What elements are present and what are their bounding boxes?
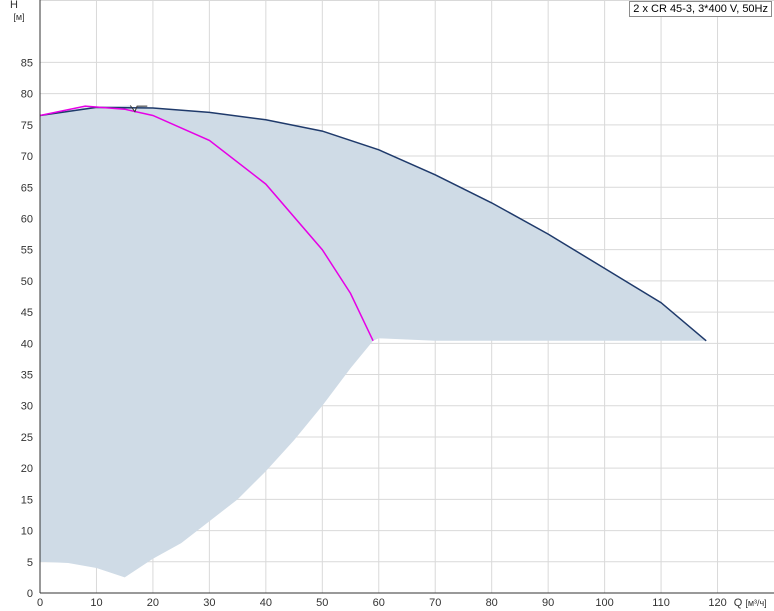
y-tick-label: 0 [27, 588, 33, 600]
x-tick-label: 0 [37, 597, 43, 609]
y-tick-label: 60 [21, 213, 33, 225]
x-tick-label: 80 [486, 597, 498, 609]
y-tick-label: 35 [21, 370, 33, 382]
y-tick-label: 50 [21, 276, 33, 288]
y-tick-label: 5 [27, 557, 33, 569]
y-tick-label: 10 [21, 526, 33, 538]
x-axis-unit: [м³/ч] [745, 598, 766, 608]
x-tick-label: 120 [708, 597, 726, 609]
operating-region-area [40, 105, 707, 578]
x-tick-label: 110 [652, 597, 670, 609]
y-tick-label: 80 [21, 89, 33, 101]
y-tick-label: 45 [21, 307, 33, 319]
y-tick-label: 85 [21, 57, 33, 69]
x-tick-label: 50 [316, 597, 328, 609]
y-axis-unit: [м] [13, 12, 24, 22]
x-tick-label: 10 [90, 597, 102, 609]
y-tick-label: 30 [21, 401, 33, 413]
y-tick-label: 25 [21, 432, 33, 444]
y-axis-label: H [10, 0, 18, 11]
chart-legend: 2 x CR 45-3, 3*400 V, 50Hz [629, 1, 772, 17]
pump-performance-chart: 0 10 20 30 40 50 60 70 80 90 100 110 120 0 5 10 15 20 25 3… [10, 0, 774, 609]
x-axis-tick-labels: 0 10 20 30 40 50 60 70 80 90 100 110 120 [37, 597, 727, 609]
y-tick-label: 40 [21, 338, 33, 350]
x-tick-label: 30 [203, 597, 215, 609]
x-axis-label: Q [734, 597, 743, 609]
x-tick-label: 40 [260, 597, 272, 609]
x-tick-label: 20 [147, 597, 159, 609]
x-tick-label: 70 [429, 597, 441, 609]
y-tick-label: 15 [21, 494, 33, 506]
x-tick-label: 60 [373, 597, 385, 609]
y-tick-label: 20 [21, 463, 33, 475]
x-tick-label: 90 [542, 597, 554, 609]
y-axis-tick-labels: 0 5 10 15 20 25 30 35 40 45 50 55 60 65 70 75 80 85 [21, 57, 33, 600]
y-tick-label: 55 [21, 245, 33, 257]
x-tick-label: 100 [595, 597, 613, 609]
y-tick-label: 70 [21, 151, 33, 163]
y-tick-label: 65 [21, 182, 33, 194]
y-tick-label: 75 [21, 120, 33, 132]
